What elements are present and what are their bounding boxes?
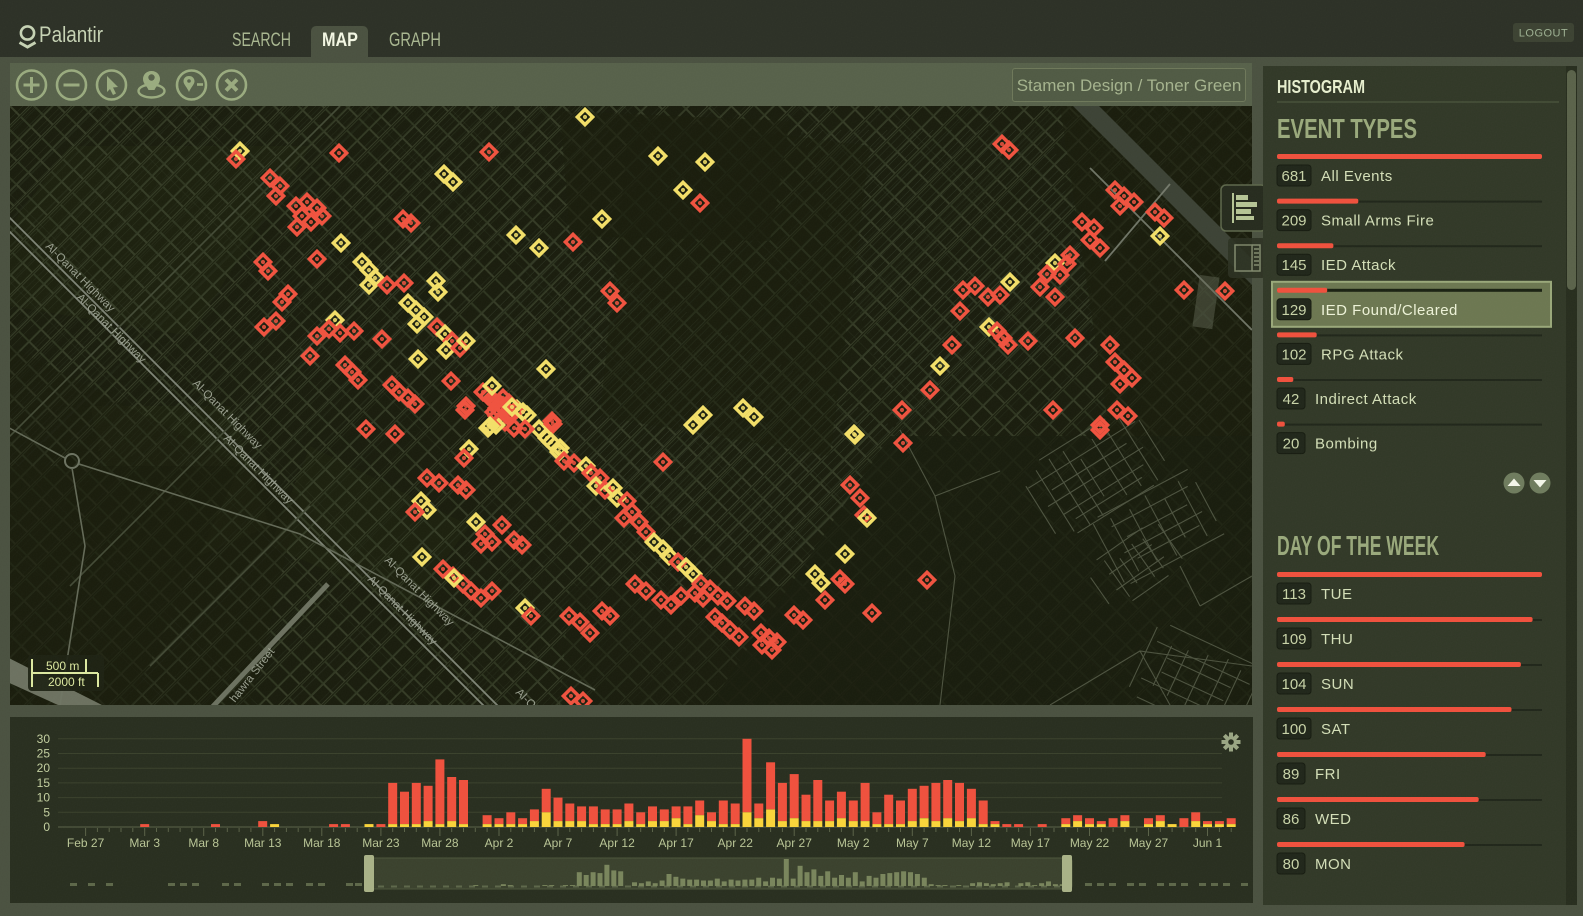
svg-text:681: 681 — [1281, 168, 1306, 185]
svg-text:Apr 27: Apr 27 — [777, 836, 813, 850]
svg-text:104: 104 — [1281, 676, 1306, 693]
svg-text:FRI: FRI — [1315, 766, 1341, 783]
svg-text:Indirect Attack: Indirect Attack — [1315, 391, 1417, 408]
svg-text:0: 0 — [43, 820, 50, 834]
svg-text:100: 100 — [1281, 721, 1306, 738]
svg-text:Mar 23: Mar 23 — [362, 836, 400, 850]
svg-text:Mar 3: Mar 3 — [129, 836, 160, 850]
svg-text:2000 ft: 2000 ft — [48, 675, 85, 689]
svg-text:209: 209 — [1281, 213, 1306, 230]
svg-text:Mar 8: Mar 8 — [188, 836, 219, 850]
svg-text:All Events: All Events — [1321, 168, 1393, 185]
svg-text:Apr 12: Apr 12 — [599, 836, 635, 850]
svg-text:Mar 13: Mar 13 — [244, 836, 282, 850]
svg-text:Bombing: Bombing — [1315, 436, 1378, 453]
svg-text:SAT: SAT — [1321, 721, 1351, 738]
svg-text:25: 25 — [37, 747, 51, 761]
svg-text:May 22: May 22 — [1070, 836, 1110, 850]
svg-text:20: 20 — [37, 761, 51, 775]
svg-text:15: 15 — [37, 776, 51, 790]
svg-text:GRAPH: GRAPH — [389, 30, 441, 51]
svg-text:Apr 22: Apr 22 — [718, 836, 754, 850]
svg-text:HISTOGRAM: HISTOGRAM — [1277, 77, 1365, 97]
svg-text:145: 145 — [1281, 257, 1306, 274]
svg-text:80: 80 — [1283, 856, 1300, 873]
svg-text:TUE: TUE — [1321, 586, 1353, 603]
svg-text:Mar 28: Mar 28 — [421, 836, 459, 850]
svg-text:Jun 1: Jun 1 — [1193, 836, 1223, 850]
svg-text:20: 20 — [1283, 436, 1300, 453]
svg-text:Palantir: Palantir — [39, 22, 103, 47]
svg-text:129: 129 — [1281, 302, 1306, 319]
svg-text:Small Arms Fire: Small Arms Fire — [1321, 213, 1434, 230]
svg-text:Apr 17: Apr 17 — [658, 836, 694, 850]
svg-text:10: 10 — [37, 791, 51, 805]
svg-text:Apr 7: Apr 7 — [544, 836, 573, 850]
svg-text:IED Found/Cleared: IED Found/Cleared — [1321, 302, 1458, 319]
svg-text:5: 5 — [43, 805, 50, 819]
svg-text:86: 86 — [1283, 811, 1300, 828]
svg-text:May 7: May 7 — [896, 836, 929, 850]
svg-text:SEARCH: SEARCH — [232, 30, 291, 51]
svg-text:LOGOUT: LOGOUT — [1519, 28, 1568, 40]
svg-text:May 17: May 17 — [1011, 836, 1051, 850]
svg-text:May 27: May 27 — [1129, 836, 1169, 850]
svg-text:WED: WED — [1315, 811, 1352, 828]
svg-text:DAY OF THE WEEK: DAY OF THE WEEK — [1277, 530, 1439, 561]
svg-text:IED Attack: IED Attack — [1321, 257, 1396, 274]
svg-text:500 m: 500 m — [46, 659, 79, 673]
svg-text:Feb 27: Feb 27 — [67, 836, 105, 850]
svg-text:89: 89 — [1283, 766, 1300, 783]
svg-text:113: 113 — [1282, 586, 1306, 603]
svg-text:Mar 18: Mar 18 — [303, 836, 341, 850]
svg-text:THU: THU — [1321, 631, 1353, 648]
svg-text:102: 102 — [1281, 346, 1306, 363]
svg-text:MAP: MAP — [322, 30, 358, 51]
svg-text:EVENT TYPES: EVENT TYPES — [1277, 113, 1417, 144]
svg-text:SUN: SUN — [1321, 676, 1354, 693]
svg-text:MON: MON — [1315, 856, 1352, 873]
svg-text:Apr 2: Apr 2 — [485, 836, 514, 850]
svg-text:42: 42 — [1283, 391, 1300, 408]
svg-text:109: 109 — [1281, 631, 1306, 648]
svg-text:30: 30 — [37, 732, 51, 746]
svg-text:May 2: May 2 — [837, 836, 870, 850]
svg-text:May 12: May 12 — [952, 836, 992, 850]
svg-text:RPG Attack: RPG Attack — [1321, 346, 1404, 363]
